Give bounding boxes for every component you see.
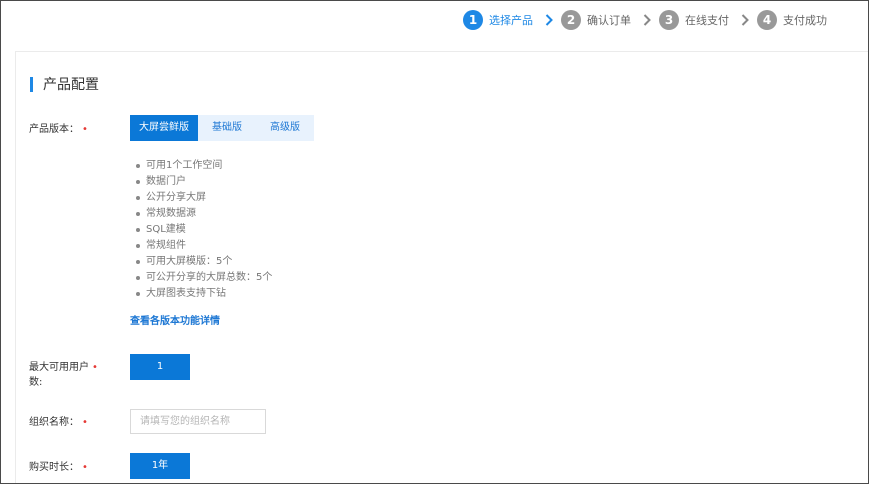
feature-text: 常规组件 <box>146 240 186 251</box>
feature-item: 常规组件 <box>136 238 272 254</box>
max-users-label-line2: 数: <box>29 377 43 388</box>
bullet-icon <box>136 164 140 168</box>
required-mark: • <box>82 124 88 135</box>
required-mark: • <box>82 417 88 428</box>
version-selector: 大屏尝鲜版 基础版 高级版 <box>130 115 314 141</box>
feature-text: 常规数据源 <box>146 208 196 219</box>
feature-item: 可用大屏模版：5个 <box>136 254 272 270</box>
duration-label: 购买时长： • <box>29 460 88 475</box>
chevron-right-icon <box>545 14 553 26</box>
product-config-card: 产品配置 产品版本： • 大屏尝鲜版 基础版 高级版 可用1个工作空间 数据门户 … <box>15 51 868 483</box>
bullet-icon <box>136 228 140 232</box>
chevron-right-icon <box>741 14 749 26</box>
page-frame: 1 选择产品 2 确认订单 3 在线支付 4 支付成功 产品配置 产品版本： •… <box>0 0 869 484</box>
section-header: 产品配置 <box>30 74 99 94</box>
step-confirm-order[interactable]: 2 确认订单 <box>561 10 631 30</box>
duration-label-text: 购买时长： <box>29 462 79 473</box>
feature-item: 公开分享大屏 <box>136 190 272 206</box>
chevron-right-icon <box>643 14 651 26</box>
required-mark: • <box>82 462 88 473</box>
bullet-icon <box>136 212 140 216</box>
step-number: 2 <box>561 10 581 30</box>
bullet-icon <box>136 260 140 264</box>
max-users-value[interactable]: 1 <box>130 354 190 380</box>
bullet-icon <box>136 292 140 296</box>
feature-text: SQL建模 <box>146 224 186 235</box>
feature-text: 可用大屏模版：5个 <box>146 256 233 267</box>
step-payment-success[interactable]: 4 支付成功 <box>757 10 827 30</box>
feature-text: 大屏图表支持下钻 <box>146 288 226 299</box>
step-label: 选择产品 <box>489 14 533 27</box>
feature-item: 可用1个工作空间 <box>136 158 272 174</box>
step-online-payment[interactable]: 3 在线支付 <box>659 10 729 30</box>
duration-value[interactable]: 1年 <box>130 453 190 479</box>
section-accent-bar <box>30 76 33 92</box>
step-label: 支付成功 <box>783 14 827 27</box>
feature-text: 数据门户 <box>146 176 186 187</box>
bullet-icon <box>136 180 140 184</box>
feature-text: 可用1个工作空间 <box>146 160 223 171</box>
version-option-basic[interactable]: 基础版 <box>198 115 256 141</box>
org-name-label-text: 组织名称： <box>29 417 79 428</box>
step-number: 4 <box>757 10 777 30</box>
bullet-icon <box>136 244 140 248</box>
bullet-icon <box>136 276 140 280</box>
step-select-product[interactable]: 1 选择产品 <box>463 10 533 30</box>
bullet-icon <box>136 196 140 200</box>
feature-item: SQL建模 <box>136 222 272 238</box>
feature-item: 可公开分享的大屏总数：5个 <box>136 270 272 286</box>
version-label-text: 产品版本： <box>29 124 79 135</box>
step-number: 3 <box>659 10 679 30</box>
feature-text: 可公开分享的大屏总数：5个 <box>146 272 273 283</box>
step-number: 1 <box>463 10 483 30</box>
version-details-link[interactable]: 查看各版本功能详情 <box>130 312 220 327</box>
feature-item: 数据门户 <box>136 174 272 190</box>
step-label: 在线支付 <box>685 14 729 27</box>
feature-list: 可用1个工作空间 数据门户 公开分享大屏 常规数据源 SQL建模 常规组件 可用… <box>136 158 272 302</box>
version-label: 产品版本： • <box>29 122 88 137</box>
max-users-label: 最大可用用户 • 数: <box>29 360 98 390</box>
section-title: 产品配置 <box>43 77 99 93</box>
feature-item: 大屏图表支持下钻 <box>136 286 272 302</box>
max-users-label-line1: 最大可用用户 <box>29 362 89 373</box>
checkout-stepper: 1 选择产品 2 确认订单 3 在线支付 4 支付成功 <box>463 9 827 31</box>
feature-item: 常规数据源 <box>136 206 272 222</box>
org-name-label: 组织名称： • <box>29 415 88 430</box>
required-mark: • <box>92 362 98 373</box>
version-option-trial[interactable]: 大屏尝鲜版 <box>130 115 198 141</box>
org-name-input[interactable] <box>130 409 266 434</box>
version-option-advanced[interactable]: 高级版 <box>256 115 314 141</box>
step-label: 确认订单 <box>587 14 631 27</box>
feature-text: 公开分享大屏 <box>146 192 206 203</box>
